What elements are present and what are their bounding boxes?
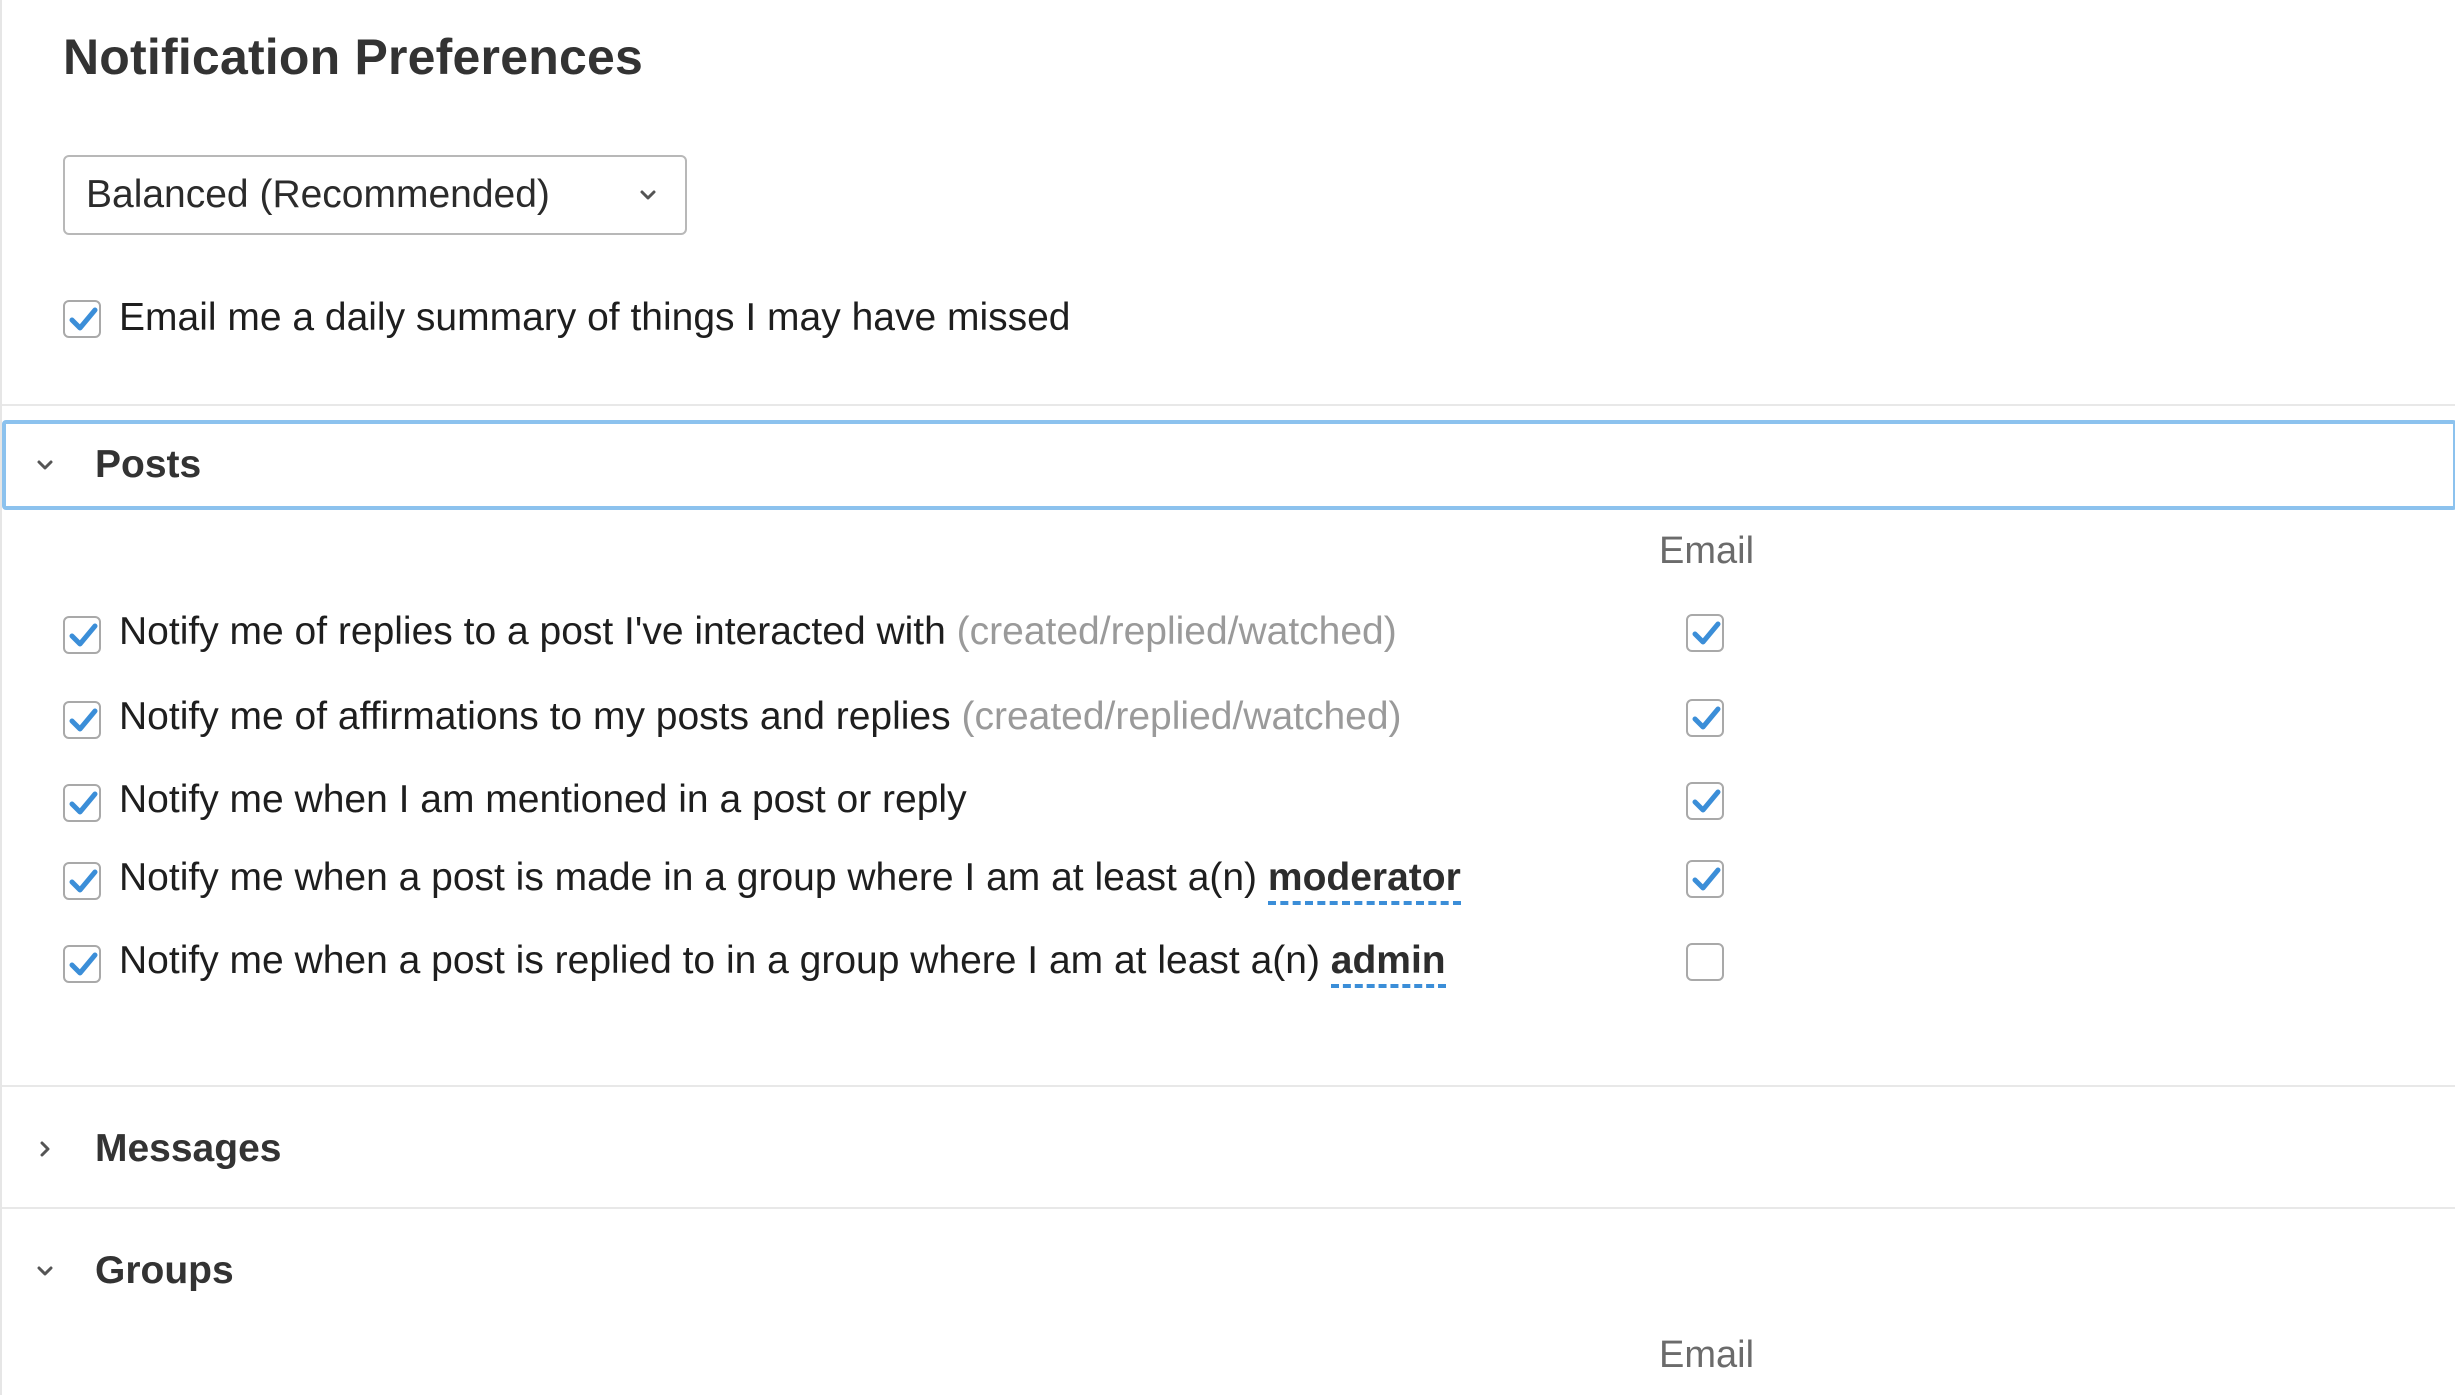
- notification-enable-checkbox[interactable]: [63, 945, 101, 983]
- preset-select-value: Balanced (Recommended): [86, 173, 550, 216]
- divider: [2, 1085, 2455, 1087]
- section-header-groups[interactable]: Groups: [2, 1226, 2455, 1316]
- divider: [2, 404, 2455, 406]
- notification-text: Notify me of replies to a post I've inte…: [119, 610, 957, 653]
- checkmark-icon: [1692, 867, 1721, 891]
- section-title-groups: Groups: [95, 1249, 234, 1292]
- email-notification-checkbox[interactable]: [1686, 699, 1724, 737]
- section-title-posts: Posts: [95, 443, 202, 486]
- checkmark-icon: [1692, 706, 1721, 730]
- notification-text: Notify me when a post is replied to in a…: [119, 939, 1331, 982]
- daily-summary-checkbox[interactable]: [63, 300, 101, 338]
- email-notification-checkbox[interactable]: [1686, 782, 1724, 820]
- daily-summary-label: Email me a daily summary of things I may…: [119, 296, 1071, 339]
- notification-hint: (created/replied/watched): [956, 610, 1397, 653]
- email-notification-checkbox[interactable]: [1686, 943, 1724, 981]
- checkmark-icon: [69, 708, 98, 732]
- email-column-header: Email: [1659, 530, 1755, 572]
- checkmark-icon: [69, 623, 98, 647]
- checkmark-icon: [1692, 789, 1721, 813]
- notification-enable-checkbox[interactable]: [63, 616, 101, 654]
- chevron-right-icon: [40, 1141, 50, 1157]
- section-header-posts[interactable]: Posts: [2, 420, 2455, 510]
- notification-hint: (created/replied/watched): [961, 695, 1402, 738]
- preset-select[interactable]: Balanced (Recommended): [63, 155, 687, 235]
- notification-text: Notify me of affirmations to my posts an…: [119, 695, 962, 738]
- chevron-down-icon: [37, 1266, 53, 1276]
- chevron-down-icon: [640, 190, 656, 200]
- notification-label: Notify me when I am mentioned in a post …: [119, 778, 967, 822]
- divider: [2, 1207, 2455, 1209]
- checkmark-icon: [69, 952, 98, 976]
- checkmark-icon: [69, 307, 98, 331]
- role-select-link[interactable]: moderator: [1267, 856, 1461, 905]
- groups-email-column-header: Email: [1659, 1334, 1755, 1376]
- notification-text: Notify me when a post is made in a group…: [119, 856, 1268, 899]
- notification-label: Notify me of affirmations to my posts an…: [119, 695, 1402, 739]
- notification-enable-checkbox[interactable]: [63, 784, 101, 822]
- notification-preferences-page: Notification Preferences Balanced (Recom…: [0, 0, 2455, 1395]
- page-title: Notification Preferences: [63, 29, 643, 85]
- notification-label: Notify me when a post is made in a group…: [119, 856, 1461, 905]
- notification-label: Notify me of replies to a post I've inte…: [119, 610, 1397, 654]
- section-title-messages: Messages: [95, 1127, 282, 1170]
- email-notification-checkbox[interactable]: [1686, 860, 1724, 898]
- section-header-messages[interactable]: Messages: [2, 1104, 2455, 1194]
- checkmark-icon: [1692, 621, 1721, 645]
- email-notification-checkbox[interactable]: [1686, 614, 1724, 652]
- notification-enable-checkbox[interactable]: [63, 701, 101, 739]
- notification-text: Notify me when I am mentioned in a post …: [119, 778, 967, 821]
- notification-enable-checkbox[interactable]: [63, 862, 101, 900]
- checkmark-icon: [69, 869, 98, 893]
- role-select-link[interactable]: admin: [1330, 939, 1446, 988]
- checkmark-icon: [69, 791, 98, 815]
- notification-label: Notify me when a post is replied to in a…: [119, 939, 1446, 988]
- chevron-down-icon: [37, 460, 53, 470]
